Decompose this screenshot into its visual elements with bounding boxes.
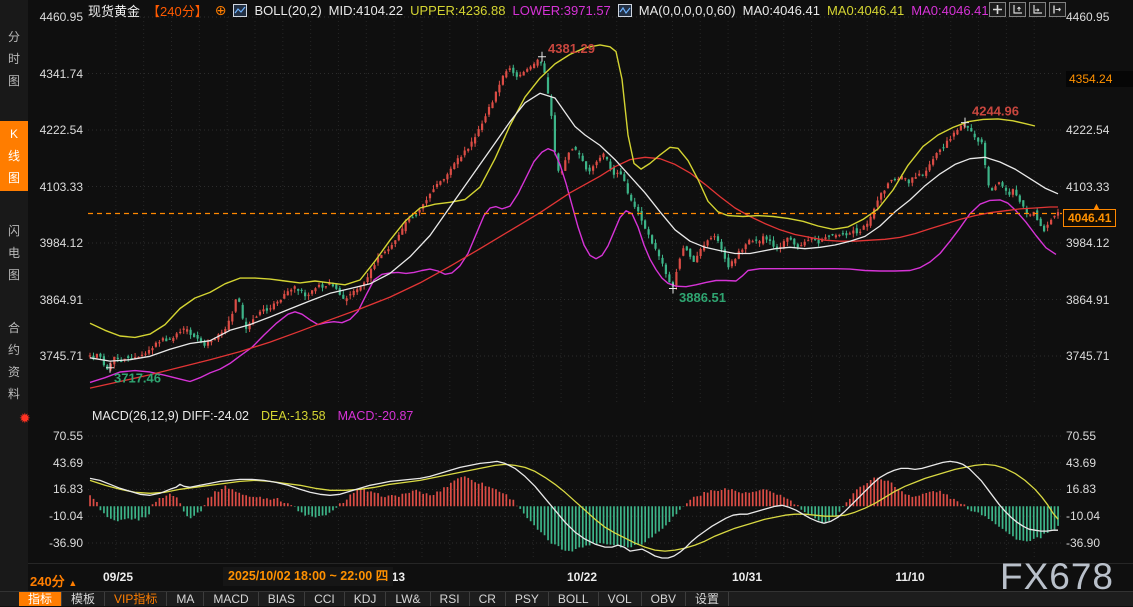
- indicator-tab-CCI[interactable]: CCI: [305, 592, 345, 606]
- indicator-tab-KDJ[interactable]: KDJ: [345, 592, 387, 606]
- period-badge[interactable]: 【240分】: [147, 1, 208, 20]
- swing-point-label: 3886.51: [679, 290, 726, 305]
- swing-marker-cross: [538, 52, 546, 62]
- ma60-line: [90, 157, 1058, 388]
- price-axis-label-right: 4103.33: [1066, 180, 1130, 194]
- sidebar-item-合约资料[interactable]: 合约资料: [0, 315, 28, 407]
- macd-macd-value: MACD:-20.87: [338, 409, 414, 423]
- ma0-value-1: MA0:4046.41: [743, 3, 820, 18]
- boll-lower-value: LOWER:3971.57: [513, 3, 611, 18]
- chevron-up-icon: ▲: [68, 578, 77, 588]
- macd-dea-value: DEA:-13.58: [261, 409, 326, 423]
- sidebar-item-分时图[interactable]: 分时图: [0, 24, 28, 94]
- swing-point-label: 3717.46: [114, 371, 161, 386]
- ma0-value-3: MA0:4046.41: [911, 3, 988, 18]
- price-axis-label-right: 3984.12: [1066, 236, 1130, 250]
- price-up-arrow-icon: ▲: [1092, 202, 1101, 211]
- price-axis-label-left: 3984.12: [28, 236, 83, 250]
- swing-point-label: 4381.29: [548, 41, 595, 56]
- macd-diff-line: [90, 461, 1058, 558]
- indicator-tab-设置[interactable]: 设置: [686, 592, 729, 606]
- chart-toolbar: [989, 2, 1066, 17]
- price-axis-label-left: 4222.54: [28, 123, 83, 137]
- boll-mid-line: [90, 93, 1058, 361]
- indicator-tab-PSY[interactable]: PSY: [506, 592, 549, 606]
- ma-label: MA(0,0,0,0,0,60): [639, 3, 736, 18]
- indicator-tab-BIAS[interactable]: BIAS: [259, 592, 305, 606]
- alert-burst-icon[interactable]: ✹: [19, 410, 31, 427]
- indicator-tab-bar: 指标模板VIP指标MAMACDBIASCCIKDJLW&RSICRPSYBOLL…: [0, 591, 1133, 606]
- macd-header: MACD(26,12,9) DIFF:-24.02 DEA:-13.58 MAC…: [92, 409, 413, 423]
- price-axis-label-left: 3864.91: [28, 293, 83, 307]
- price-axis-label-left: 3745.71: [28, 349, 83, 363]
- chart-window: 分时图 K线图闪电图合约资料 现货黄金 【240分】 ⊕ BOLL(20,2) M…: [0, 0, 1133, 606]
- macd-axis-label-right: -10.04: [1066, 509, 1130, 523]
- macd-axis-label-right: -36.90: [1066, 536, 1130, 550]
- candle-bodies-down: [92, 62, 1045, 369]
- macd-axis-label-right: 16.83: [1066, 482, 1130, 496]
- indicator-tab-CR[interactable]: CR: [470, 592, 506, 606]
- crosshair-pan-icon[interactable]: [989, 2, 1006, 17]
- time-axis-label: 10/22: [567, 570, 597, 584]
- sidebar-item-闪电图[interactable]: 闪电图: [0, 218, 28, 288]
- time-axis-label: 10/31: [732, 570, 762, 584]
- price-axis-label-right: 3745.71: [1066, 349, 1130, 363]
- macd-dea-line: [90, 464, 1058, 551]
- macd-axis-label-left: 16.83: [28, 482, 83, 496]
- candle-wicks-down: [94, 61, 1045, 370]
- indicator-header: 现货黄金 【240分】 ⊕ BOLL(20,2) MID:4104.22 UPP…: [88, 0, 989, 20]
- current-price-label: 4046.41: [1063, 209, 1116, 227]
- macd-axis-label-right: 43.69: [1066, 456, 1130, 470]
- boll-indicator-icon[interactable]: [233, 4, 247, 17]
- time-range-tooltip: 2025/10/02 18:00 ~ 22:00 四: [223, 567, 393, 586]
- price-axis-label-left: 4103.33: [28, 180, 83, 194]
- pane-expand-icon[interactable]: [1049, 2, 1066, 17]
- price-axis-label-right: 4222.54: [1066, 123, 1130, 137]
- indicator-tab-BOLL[interactable]: BOLL: [549, 592, 599, 606]
- boll-label: BOLL(20,2): [254, 3, 321, 18]
- scale-time-axis-icon[interactable]: [1029, 2, 1046, 17]
- period-selector[interactable]: 240分 ▲: [30, 571, 77, 590]
- macd-name-diff-value: MACD(26,12,9) DIFF:-24.02: [92, 409, 249, 423]
- ma-indicator-icon[interactable]: [618, 4, 632, 17]
- ma0-value-2: MA0:4046.41: [827, 3, 904, 18]
- indicator-tab-指标[interactable]: 指标: [19, 592, 62, 606]
- macd-axis-label-right: 70.55: [1066, 429, 1130, 443]
- indicator-tab-MACD[interactable]: MACD: [204, 592, 258, 606]
- price-axis-label-left: 4341.74: [28, 67, 83, 81]
- price-axis-label-left: 4460.95: [28, 10, 83, 24]
- chart-canvas[interactable]: 4381.29 4244.96 3886.51 3717.46: [0, 0, 1133, 606]
- sidebar-item-K线图[interactable]: K线图: [0, 121, 28, 191]
- boll-upper-value: UPPER:4236.88: [410, 3, 505, 18]
- swing-point-label: 4244.96: [972, 103, 1019, 118]
- price-axis-label-right: 4460.95: [1066, 10, 1130, 24]
- macd-axis-label-left: 70.55: [28, 429, 83, 443]
- chart-type-sidebar: 分时图 K线图闪电图合约资料: [0, 0, 28, 591]
- boll-mid-value: MID:4104.22: [329, 3, 403, 18]
- add-indicator-icon[interactable]: ⊕: [215, 2, 227, 19]
- indicator-tab-模板[interactable]: 模板: [62, 592, 105, 606]
- indicator-tab-VIP指标[interactable]: VIP指标: [105, 592, 167, 606]
- time-axis-label: 09/25: [103, 570, 133, 584]
- price-axis-label-right: 3864.91: [1066, 293, 1130, 307]
- price-macd-plot[interactable]: 4381.29 4244.96 3886.51 3717.46: [0, 0, 1133, 606]
- indicator-tab-VOL[interactable]: VOL: [599, 592, 642, 606]
- indicator-tab-LW&[interactable]: LW&: [386, 592, 430, 606]
- scale-price-axis-icon[interactable]: [1009, 2, 1026, 17]
- macd-axis-label-left: -36.90: [28, 536, 83, 550]
- session-high-price-label: 4354.24: [1066, 71, 1133, 87]
- boll-upper-line: [90, 45, 1035, 338]
- time-axis-label: 11/10: [895, 570, 924, 584]
- indicator-tab-MA[interactable]: MA: [167, 592, 204, 606]
- macd-axis-label-left: 43.69: [28, 456, 83, 470]
- macd-histogram-negative: [100, 506, 1059, 551]
- symbol-name: 现货黄金: [88, 1, 140, 20]
- indicator-tab-OBV[interactable]: OBV: [642, 592, 686, 606]
- indicator-tab-RSI[interactable]: RSI: [431, 592, 470, 606]
- boll-lower-line: [90, 149, 1056, 383]
- macd-axis-label-left: -10.04: [28, 509, 83, 523]
